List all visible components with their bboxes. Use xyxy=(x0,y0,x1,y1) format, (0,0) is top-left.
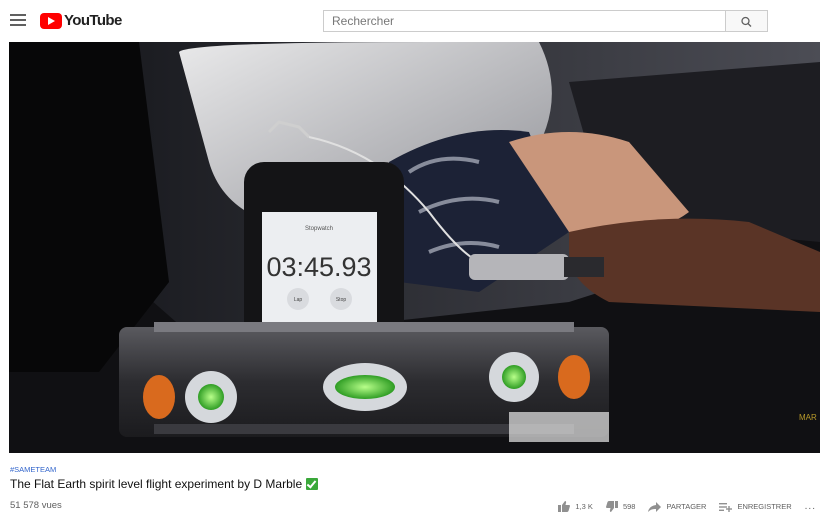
share-button[interactable]: PARTAGER xyxy=(648,501,707,512)
search-button[interactable] xyxy=(726,10,768,32)
share-icon xyxy=(648,501,662,512)
thumbs-down-icon xyxy=(605,501,618,512)
view-count: 51 578 vues xyxy=(10,500,62,511)
stopwatch-time: 03:45.93 xyxy=(266,252,371,282)
save-label: ENREGISTRER xyxy=(737,502,792,511)
search-box xyxy=(323,10,726,32)
logo-text: YouTube xyxy=(64,12,122,29)
search-input[interactable] xyxy=(324,11,725,31)
menu-icon[interactable] xyxy=(8,11,28,31)
youtube-logo[interactable]: YouTube xyxy=(40,12,122,29)
share-label: PARTAGER xyxy=(666,502,707,511)
lap-button-label: Lap xyxy=(294,297,303,303)
channel-watermark: MAR xyxy=(799,413,817,422)
play-logo-icon xyxy=(40,12,62,29)
stop-button-label: Stop xyxy=(336,297,347,303)
video-actions: 1,3 K 598 PARTAGER ENREGISTRER ... xyxy=(558,500,820,513)
hashtag-link[interactable]: #SAMETEAM xyxy=(10,465,56,474)
save-button[interactable]: ENREGISTRER xyxy=(719,502,792,512)
video-player[interactable]: Stopwatch 03:45.93 Lap Stop MAR xyxy=(9,42,820,453)
dislike-count: 598 xyxy=(622,502,636,511)
video-title-text: The Flat Earth spirit level flight exper… xyxy=(10,477,303,491)
dislike-button[interactable]: 598 xyxy=(605,501,636,512)
masthead: YouTube xyxy=(0,0,820,42)
like-count: 1,3 K xyxy=(575,502,593,511)
thumbs-up-icon xyxy=(558,501,571,512)
check-mark-icon xyxy=(306,478,319,490)
like-button[interactable]: 1,3 K xyxy=(558,501,593,512)
video-frame: Stopwatch 03:45.93 Lap Stop MAR xyxy=(9,42,820,453)
search-icon xyxy=(741,16,752,27)
more-actions-button[interactable]: ... xyxy=(805,501,816,512)
video-title: The Flat Earth spirit level flight exper… xyxy=(10,477,319,491)
stopwatch-label: Stopwatch xyxy=(305,226,333,232)
playlist-add-icon xyxy=(719,502,733,512)
